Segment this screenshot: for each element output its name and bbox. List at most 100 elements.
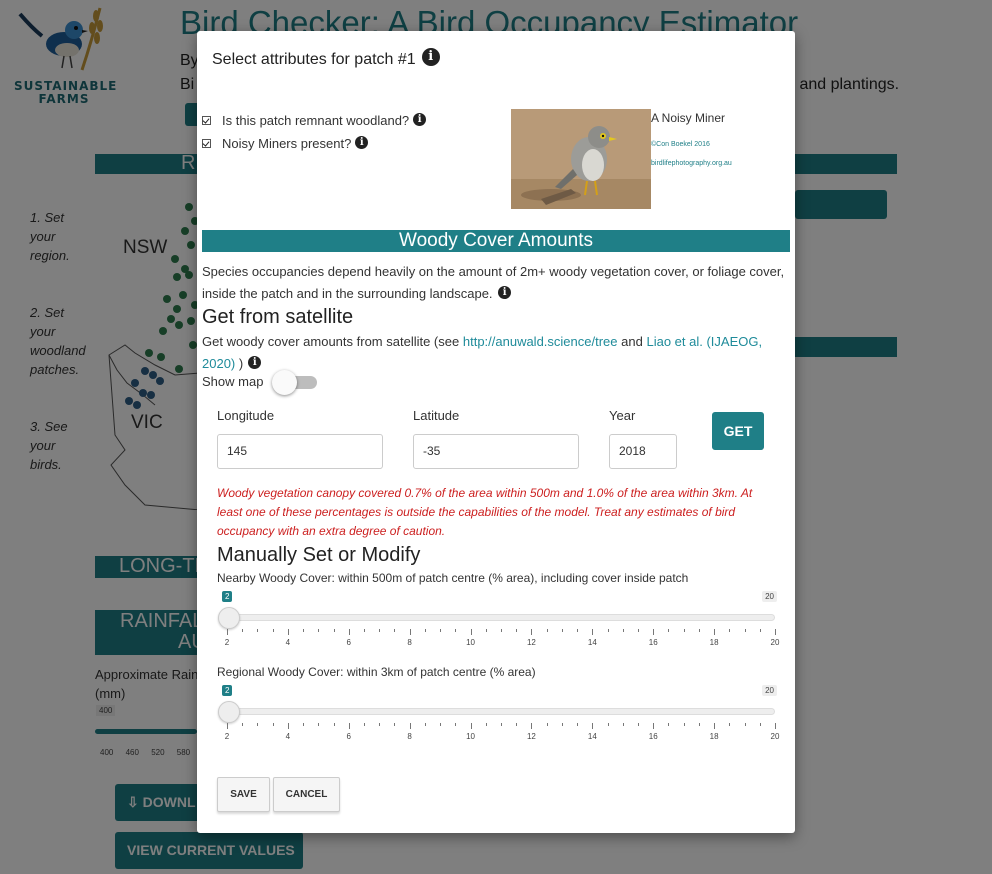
slider-max-badge: 20 [762,685,777,696]
slider-minor-tick [364,723,365,726]
nearby-cover-label: Nearby Woody Cover: within 500m of patch… [217,571,689,585]
info-icon[interactable]: i [421,48,440,66]
slider-major-tick [653,723,655,729]
slider-value-badge: 2 [222,685,233,696]
satellite-and-text: and [621,334,643,349]
slider-tick-label: 16 [648,732,658,741]
longitude-input[interactable]: 145 [217,434,383,469]
slider-tick-label: 2 [224,732,230,741]
slider-minor-tick [729,723,731,726]
slider-minor-tick [272,723,274,726]
slider-major-tick [409,723,411,729]
slider-minor-tick [638,723,639,726]
slider-minor-tick [333,629,335,632]
slider-minor-tick [638,629,639,632]
slider-tick-label: 4 [285,732,291,741]
slider-minor-tick [759,723,761,726]
photo-source-link[interactable]: birdlifephotography.org.au [651,154,732,173]
info-icon[interactable]: i [413,113,427,127]
slider-minor-tick [394,629,396,632]
woody-cover-description: Species occupancies depend heavily on th… [202,261,792,305]
slider-minor-tick [577,629,579,632]
slider-track[interactable] [227,708,775,715]
slider-minor-tick [318,723,320,726]
slider-major-tick [348,723,350,729]
latitude-label: Latitude [413,408,460,423]
manual-heading: Manually Set or Modify [217,544,421,566]
noisy-miner-photo [511,109,651,209]
regional-cover-slider[interactable]: 2 20 2 4 6 8 10 12 14 16 18 20 [217,683,782,743]
slider-tick-label: 6 [346,732,351,741]
slider-tick-label: 20 [770,638,780,647]
slider-minor-tick [607,723,609,726]
slider-minor-tick [577,723,579,726]
slider-minor-tick [622,723,624,726]
modal-title: Select attributes for patch #1 i [212,48,440,69]
slider-track[interactable] [227,614,775,621]
slider-major-tick [409,629,411,635]
noisy-miners-label: Noisy Miners present? [222,136,352,151]
slider-tick-label: 10 [466,638,475,647]
slider-minor-tick [455,629,457,632]
regional-cover-label: Regional Woody Cover: within 3km of patc… [217,665,536,679]
info-icon[interactable]: i [355,136,369,150]
remnant-woodland-checkbox[interactable] [202,116,211,126]
latitude-input[interactable]: -35 [413,434,579,469]
slider-tick-label: 8 [407,638,412,647]
bird-credit: ©Con Boekel 2016 birdlifephotography.org… [651,135,732,173]
get-satellite-button[interactable]: GET [712,412,764,450]
info-icon[interactable]: i [248,356,262,370]
slider-major-tick [227,723,228,729]
woody-cover-warning: Woody vegetation canopy covered 0.7% of … [217,486,753,538]
slider-minor-tick [242,723,244,726]
cancel-button[interactable]: CANCEL [273,777,340,812]
slider-tick-label: 12 [526,638,536,647]
slider-tick-label: 10 [466,732,475,741]
slider-major-tick [775,629,776,635]
show-map-label: Show map [202,374,264,389]
slider-minor-tick [440,723,442,726]
year-label: Year [609,408,636,423]
modal-title-text: Select attributes for patch #1 [212,51,416,69]
noisy-miners-checkbox[interactable] [202,139,211,149]
slider-tick-label: 20 [770,732,780,741]
slider-major-tick [470,723,472,729]
save-button[interactable]: SAVE [217,777,270,812]
slider-major-tick [531,723,533,729]
slider-minor-tick [546,629,548,632]
nearby-cover-slider[interactable]: 2 20 2 4 6 8 10 12 14 16 18 20 [217,589,782,649]
satellite-close-paren: ) [238,356,244,371]
slider-minor-tick [424,723,426,726]
slider-tick-label: 6 [346,638,351,647]
slider-minor-tick [303,629,305,632]
slider-handle[interactable] [218,607,240,629]
slider-major-tick [653,629,655,635]
patch-attributes-modal: Select attributes for patch #1 i Is this … [197,31,795,833]
slider-tick-label: 8 [407,732,412,741]
show-map-toggle[interactable] [271,370,317,395]
slider-minor-tick [455,723,457,726]
slider-major-tick [714,629,716,635]
slider-minor-tick [485,723,487,726]
slider-major-tick [227,629,228,635]
slider-tick-label: 18 [709,638,719,647]
slider-major-tick [531,629,533,635]
slider-max-badge: 20 [762,591,777,602]
slider-major-tick [714,723,716,729]
anuwald-tree-link[interactable]: http://anuwald.science/tree [463,334,618,349]
slider-tick-label: 14 [587,732,597,741]
slider-major-tick [592,723,594,729]
slider-ticks: 2 4 6 8 10 12 14 16 18 20 [225,629,779,647]
slider-handle[interactable] [218,701,240,723]
slider-tick-label: 18 [709,732,719,741]
longitude-label: Longitude [217,408,275,423]
woody-cover-section-title: Woody Cover Amounts [202,230,790,252]
slider-major-tick [775,723,776,729]
photo-credit-link[interactable]: ©Con Boekel 2016 [651,135,732,154]
year-input[interactable]: 2018 [609,434,677,469]
slider-minor-tick [333,723,335,726]
slider-major-tick [287,723,289,729]
satellite-text: Get woody cover amounts from satellite (… [202,331,782,375]
slider-minor-tick [379,629,381,632]
info-icon[interactable]: i [498,286,512,300]
